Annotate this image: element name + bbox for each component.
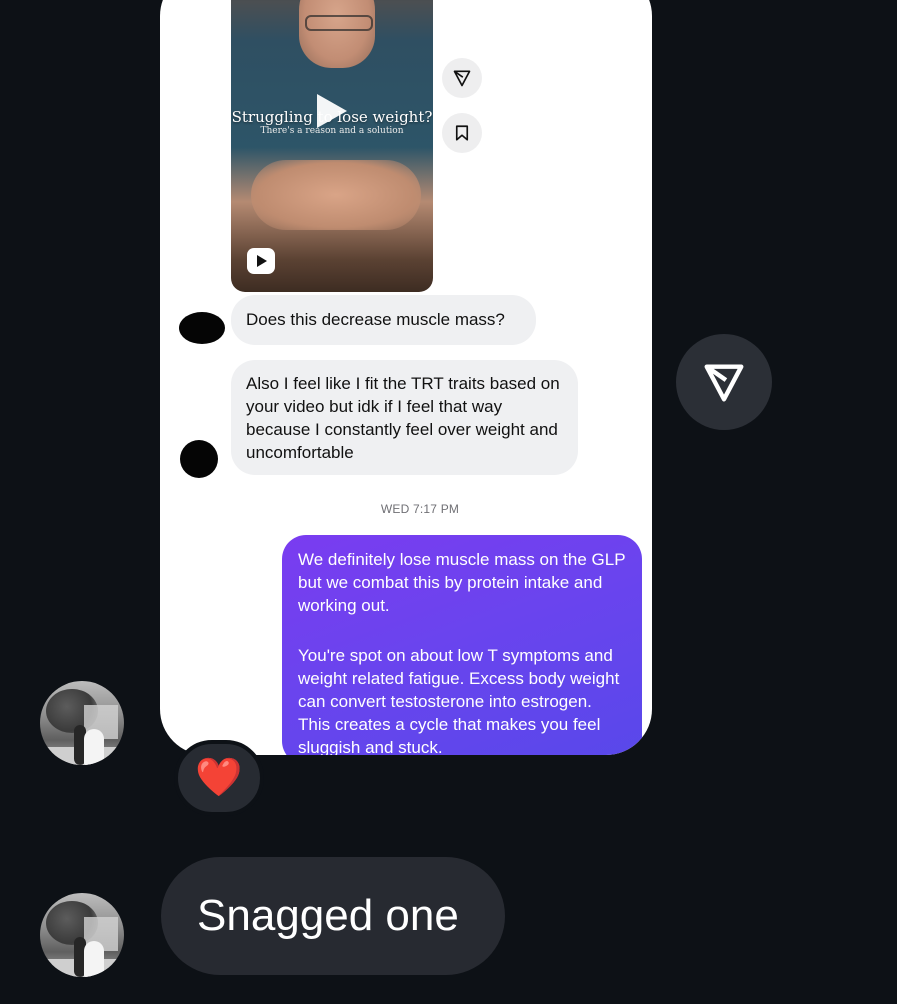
message-timestamp: WED 7:17 PM: [380, 502, 460, 516]
send-icon: [453, 70, 471, 87]
save-button[interactable]: [442, 113, 482, 153]
reply-message-bubble[interactable]: Snagged one: [161, 857, 505, 975]
heart-reaction[interactable]: ❤️: [174, 740, 264, 816]
reel-icon: [247, 248, 275, 274]
forward-button[interactable]: [676, 334, 772, 430]
reel-video-thumbnail[interactable]: Struggling to lose weight? There's a rea…: [231, 0, 433, 292]
sender-avatar-redacted: [179, 312, 225, 344]
message-paragraph: We definitely lose muscle mass on the GL…: [298, 550, 626, 615]
sender-avatar[interactable]: [40, 681, 124, 765]
avatar-photo-bride: [84, 941, 104, 977]
person-hands: [251, 160, 421, 230]
shared-screenshot-card[interactable]: Struggling to lose weight? There's a rea…: [160, 0, 652, 755]
send-icon: [704, 364, 744, 402]
message-text: Does this decrease muscle mass?: [246, 310, 505, 329]
incoming-message-bubble: Does this decrease muscle mass?: [231, 295, 536, 345]
incoming-message-bubble: Also I feel like I fit the TRT traits ba…: [231, 360, 578, 475]
reply-text: Snagged one: [197, 891, 459, 940]
share-button[interactable]: [442, 58, 482, 98]
glasses: [305, 15, 373, 31]
sender-avatar[interactable]: [40, 893, 124, 977]
bookmark-icon: [455, 125, 469, 141]
message-paragraph: You're spot on about low T symptoms and …: [298, 646, 620, 755]
sender-avatar-redacted: [180, 440, 218, 478]
heart-icon: ❤️: [195, 757, 243, 799]
outgoing-message-bubble: We definitely lose muscle mass on the GL…: [282, 535, 642, 755]
person-face: [299, 0, 375, 68]
play-icon[interactable]: [317, 94, 347, 128]
message-text: Also I feel like I fit the TRT traits ba…: [246, 374, 560, 462]
avatar-photo-bride: [84, 729, 104, 765]
